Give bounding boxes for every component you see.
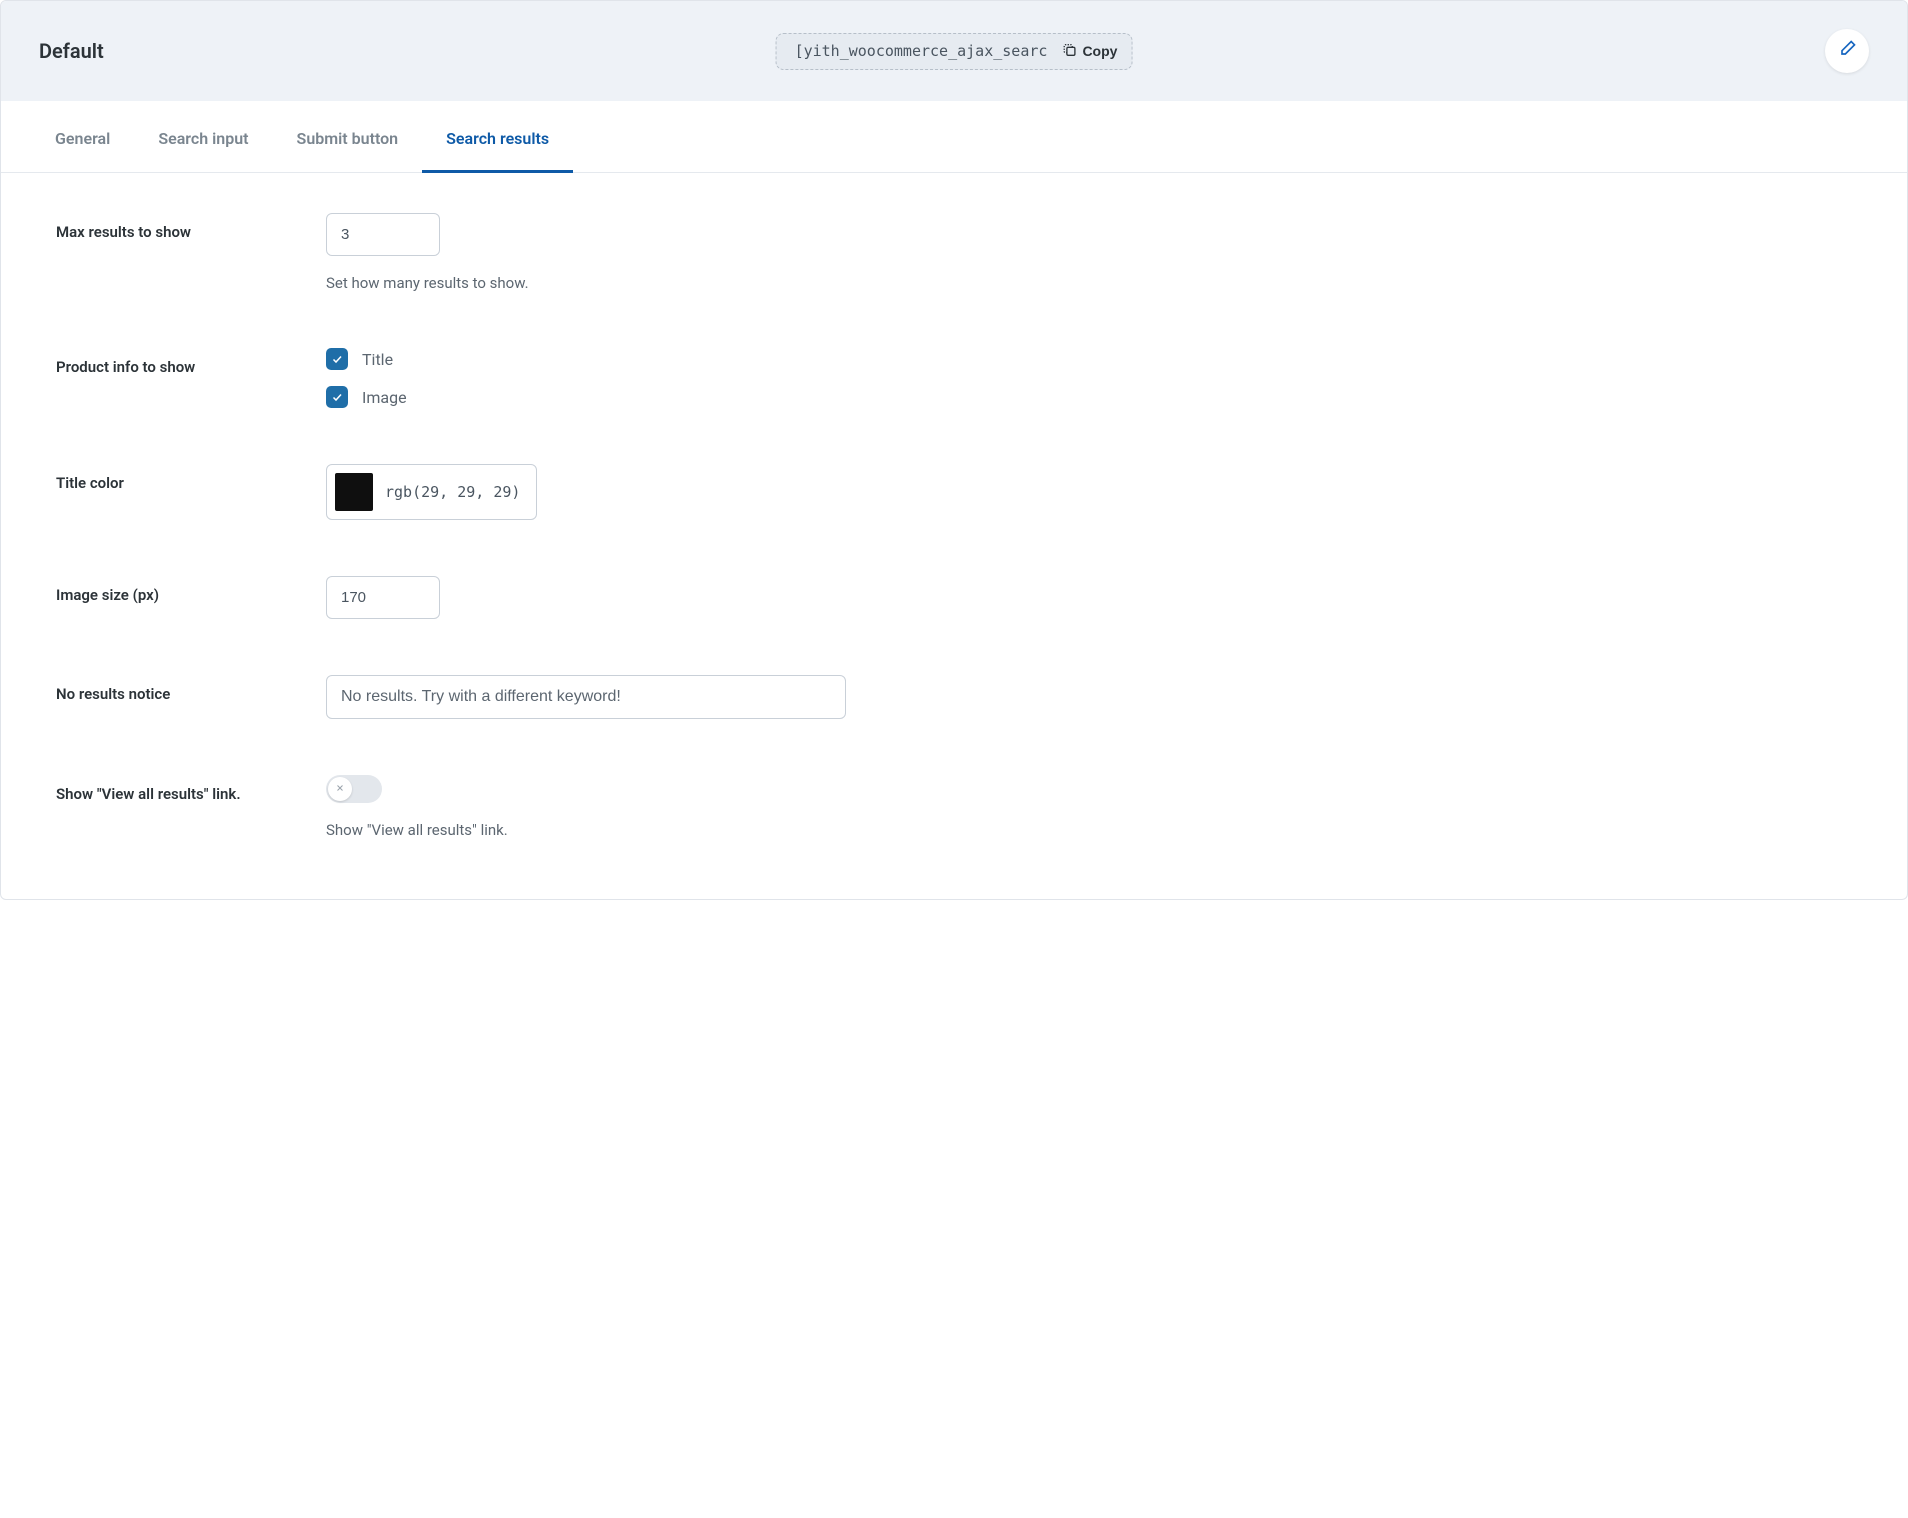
tab-search-results[interactable]: Search results [422, 107, 573, 173]
color-swatch[interactable] [335, 473, 373, 511]
pencil-icon [1837, 39, 1857, 63]
help-view-all: Show "View all results" link. [326, 821, 1852, 839]
view-all-toggle[interactable] [326, 775, 382, 803]
label-view-all: Show "View all results" link. [56, 775, 326, 803]
check-label-image: Image [362, 388, 407, 407]
no-results-input[interactable] [326, 675, 846, 719]
close-icon [335, 781, 345, 797]
row-view-all: Show "View all results" link. Show "View… [56, 775, 1852, 839]
copy-button[interactable]: Copy [1061, 42, 1117, 61]
help-max-results: Set how many results to show. [326, 274, 1852, 292]
row-product-info: Product info to show Title Image [56, 348, 1852, 408]
settings-panel: Default [yith_woocommerce_ajax_searc Cop… [0, 0, 1908, 900]
tab-search-input[interactable]: Search input [134, 107, 272, 173]
copy-icon [1061, 42, 1077, 61]
shortcode-text: [yith_woocommerce_ajax_searc [795, 42, 1048, 60]
label-image-size: Image size (px) [56, 576, 326, 604]
image-size-input[interactable] [326, 576, 440, 619]
label-product-info: Product info to show [56, 348, 326, 376]
label-title-color: Title color [56, 464, 326, 492]
toggle-knob [328, 777, 352, 801]
tab-submit-button[interactable]: Submit button [273, 107, 423, 173]
checkbox-title[interactable] [326, 348, 348, 370]
label-max-results: Max results to show [56, 213, 326, 241]
edit-button[interactable] [1825, 29, 1869, 73]
panel-header: Default [yith_woocommerce_ajax_searc Cop… [1, 1, 1907, 101]
preset-title: Default [39, 39, 104, 63]
checkbox-image[interactable] [326, 386, 348, 408]
row-max-results: Max results to show Set how many results… [56, 213, 1852, 292]
row-image-size: Image size (px) [56, 576, 1852, 619]
tab-general[interactable]: General [31, 107, 134, 173]
check-row-title: Title [326, 348, 1852, 370]
check-label-title: Title [362, 350, 393, 369]
label-no-results: No results notice [56, 675, 326, 703]
tabs: General Search input Submit button Searc… [1, 107, 1907, 173]
form-body: Max results to show Set how many results… [1, 173, 1907, 899]
check-row-image: Image [326, 386, 1852, 408]
color-field: rgb(29, 29, 29) [326, 464, 537, 520]
row-title-color: Title color rgb(29, 29, 29) [56, 464, 1852, 520]
color-value: rgb(29, 29, 29) [385, 483, 520, 501]
row-no-results: No results notice [56, 675, 1852, 719]
shortcode-box: [yith_woocommerce_ajax_searc Copy [776, 33, 1133, 70]
copy-label: Copy [1082, 43, 1117, 59]
max-results-input[interactable] [326, 213, 440, 256]
